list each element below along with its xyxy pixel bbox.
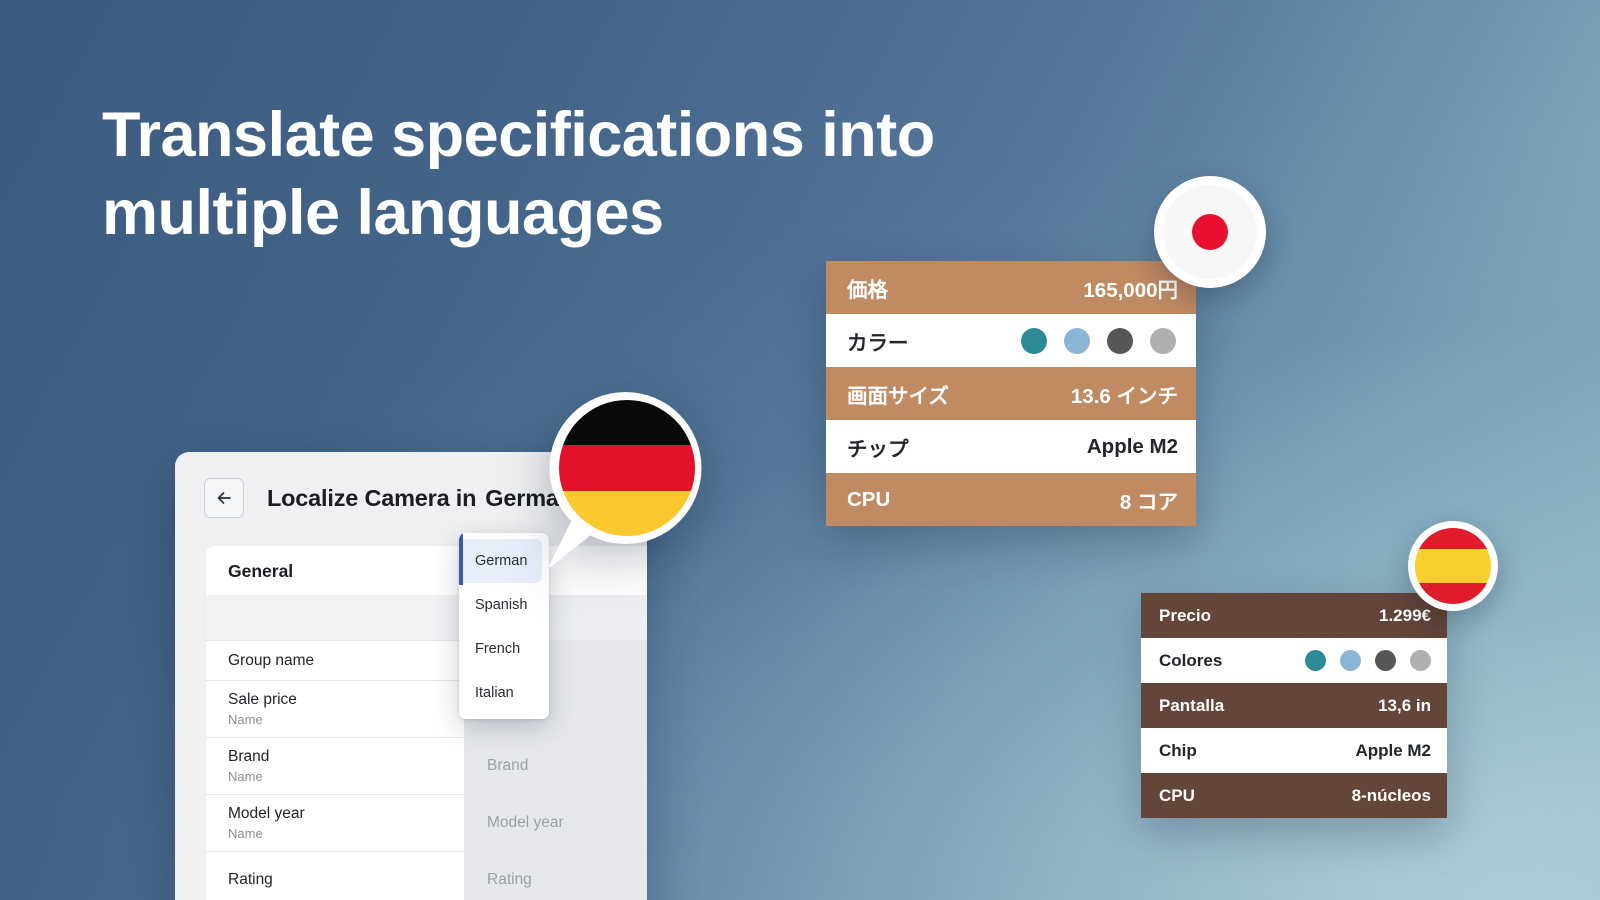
row-source-cell: Model year Name — [206, 795, 464, 851]
spec-row: Precio 1.299€ — [1141, 593, 1447, 638]
dropdown-option-italian[interactable]: Italian — [459, 671, 549, 715]
spec-row: Pantalla 13,6 in — [1141, 683, 1447, 728]
swatch-dark-gray — [1375, 650, 1396, 671]
spec-key: Precio — [1159, 605, 1211, 625]
spacer-left-cell — [206, 595, 464, 640]
spec-value: 1.299€ — [1379, 605, 1431, 625]
spec-card-japanese: 価格 165,000円 カラー 画面サイズ 13.6 インチ チップ Apple… — [826, 261, 1196, 526]
section-header-left-cell: General — [206, 546, 464, 595]
row-source-cell: Group name — [206, 641, 464, 680]
row-sublabel: Name — [228, 768, 263, 784]
spec-key: Colores — [1159, 650, 1223, 670]
row-label: Rating — [228, 870, 273, 888]
spec-key: 価格 — [847, 278, 888, 302]
table-spacer-row — [206, 595, 647, 640]
flag-band-red — [559, 445, 695, 491]
spec-value: Apple M2 — [1355, 740, 1431, 760]
spec-key: CPU — [847, 487, 891, 511]
spain-flag-icon — [1415, 528, 1491, 604]
section-header-label: General — [228, 560, 294, 581]
spec-row: 画面サイズ 13.6 インチ — [826, 367, 1196, 420]
swatch-teal — [1305, 650, 1326, 671]
spec-row: CPU 8 コア — [826, 473, 1196, 526]
dropdown-option-german[interactable]: German — [459, 533, 542, 585]
row-source-cell: Brand Name — [206, 738, 464, 794]
spec-key: チップ — [847, 437, 909, 461]
spec-row: Colores — [1141, 638, 1447, 683]
row-placeholder: Brand — [487, 757, 529, 774]
row-sublabel: Name — [228, 825, 263, 841]
spec-row: 価格 165,000円 — [826, 261, 1196, 314]
table-row[interactable]: Sale price Name — [206, 680, 647, 737]
flag-band-red-bottom — [1415, 583, 1491, 604]
back-button[interactable] — [204, 478, 244, 518]
page-root: Translate specifications into multiple l… — [0, 0, 1600, 900]
germany-flag-icon — [559, 400, 695, 536]
spec-card-spanish: Precio 1.299€ Colores Pantalla 13,6 in C… — [1141, 593, 1447, 818]
row-label: Brand — [228, 747, 270, 765]
spec-row: カラー — [826, 314, 1196, 367]
row-source-cell: Sale price Name — [206, 681, 464, 737]
spec-value: Apple M2 — [1086, 434, 1178, 458]
row-translation-cell[interactable]: Model year — [464, 795, 647, 851]
row-placeholder: Rating — [487, 871, 532, 888]
app-title: Localize Camera inGerman▾ — [267, 485, 587, 512]
japan-flag-icon — [1163, 185, 1257, 279]
swatch-blue — [1064, 327, 1090, 354]
row-label: Model year — [228, 804, 305, 822]
spec-key: Pantalla — [1159, 695, 1225, 715]
swatch-blue — [1340, 650, 1361, 671]
japan-flag-badge — [1154, 176, 1266, 288]
spec-key: CPU — [1159, 785, 1195, 805]
spec-key: 画面サイズ — [847, 384, 949, 408]
table-row[interactable]: Rating Rating — [206, 851, 647, 900]
table-row[interactable]: Model year Name Model year — [206, 794, 647, 851]
language-dropdown[interactable]: German Spanish French Italian — [459, 533, 549, 719]
spec-row: チップ Apple M2 — [826, 420, 1196, 473]
localization-table: General Group name Sale price Name Brand… — [206, 546, 647, 900]
row-translation-cell[interactable]: Brand — [464, 738, 647, 794]
flag-red-disc — [1192, 214, 1228, 250]
app-title-prefix: Localize Camera in — [267, 484, 477, 511]
row-label: Group name — [228, 651, 315, 669]
spain-flag-badge — [1408, 521, 1498, 611]
page-title: Translate specifications into multiple l… — [102, 100, 935, 248]
flag-band-gold — [559, 490, 695, 536]
table-row[interactable]: Brand Name Brand — [206, 737, 647, 794]
arrow-left-icon — [214, 488, 234, 508]
swatch-teal — [1021, 327, 1047, 354]
swatch-light-gray — [1410, 650, 1431, 671]
spec-key: Chip — [1159, 740, 1197, 760]
flag-band-yellow — [1415, 548, 1491, 584]
swatch-dark-gray — [1107, 327, 1133, 354]
color-swatches — [1291, 650, 1431, 671]
spec-value: 13.6 インチ — [1070, 384, 1178, 408]
spec-key: カラー — [847, 331, 909, 355]
spec-value: 165,000円 — [1083, 278, 1178, 302]
spec-value: 8 コア — [1119, 490, 1178, 514]
color-swatches — [1004, 327, 1176, 354]
dropdown-option-french[interactable]: French — [459, 627, 549, 671]
row-source-cell: Rating — [206, 852, 464, 900]
spec-row: CPU 8-núcleos — [1141, 773, 1447, 818]
row-placeholder: Model year — [487, 814, 564, 831]
spec-row: Chip Apple M2 — [1141, 728, 1447, 773]
flag-band-black — [559, 400, 695, 446]
spec-value: 8-núcleos — [1351, 785, 1431, 805]
table-row[interactable]: Group name — [206, 640, 647, 680]
germany-flag-badge — [546, 386, 721, 571]
flag-band-red-top — [1415, 528, 1491, 549]
swatch-light-gray — [1150, 327, 1176, 354]
row-translation-cell[interactable]: Rating — [464, 852, 647, 900]
row-label: Sale price — [228, 690, 297, 708]
spec-value: 13,6 in — [1378, 695, 1431, 715]
row-sublabel: Name — [228, 711, 263, 727]
dropdown-option-spanish[interactable]: Spanish — [459, 583, 549, 627]
